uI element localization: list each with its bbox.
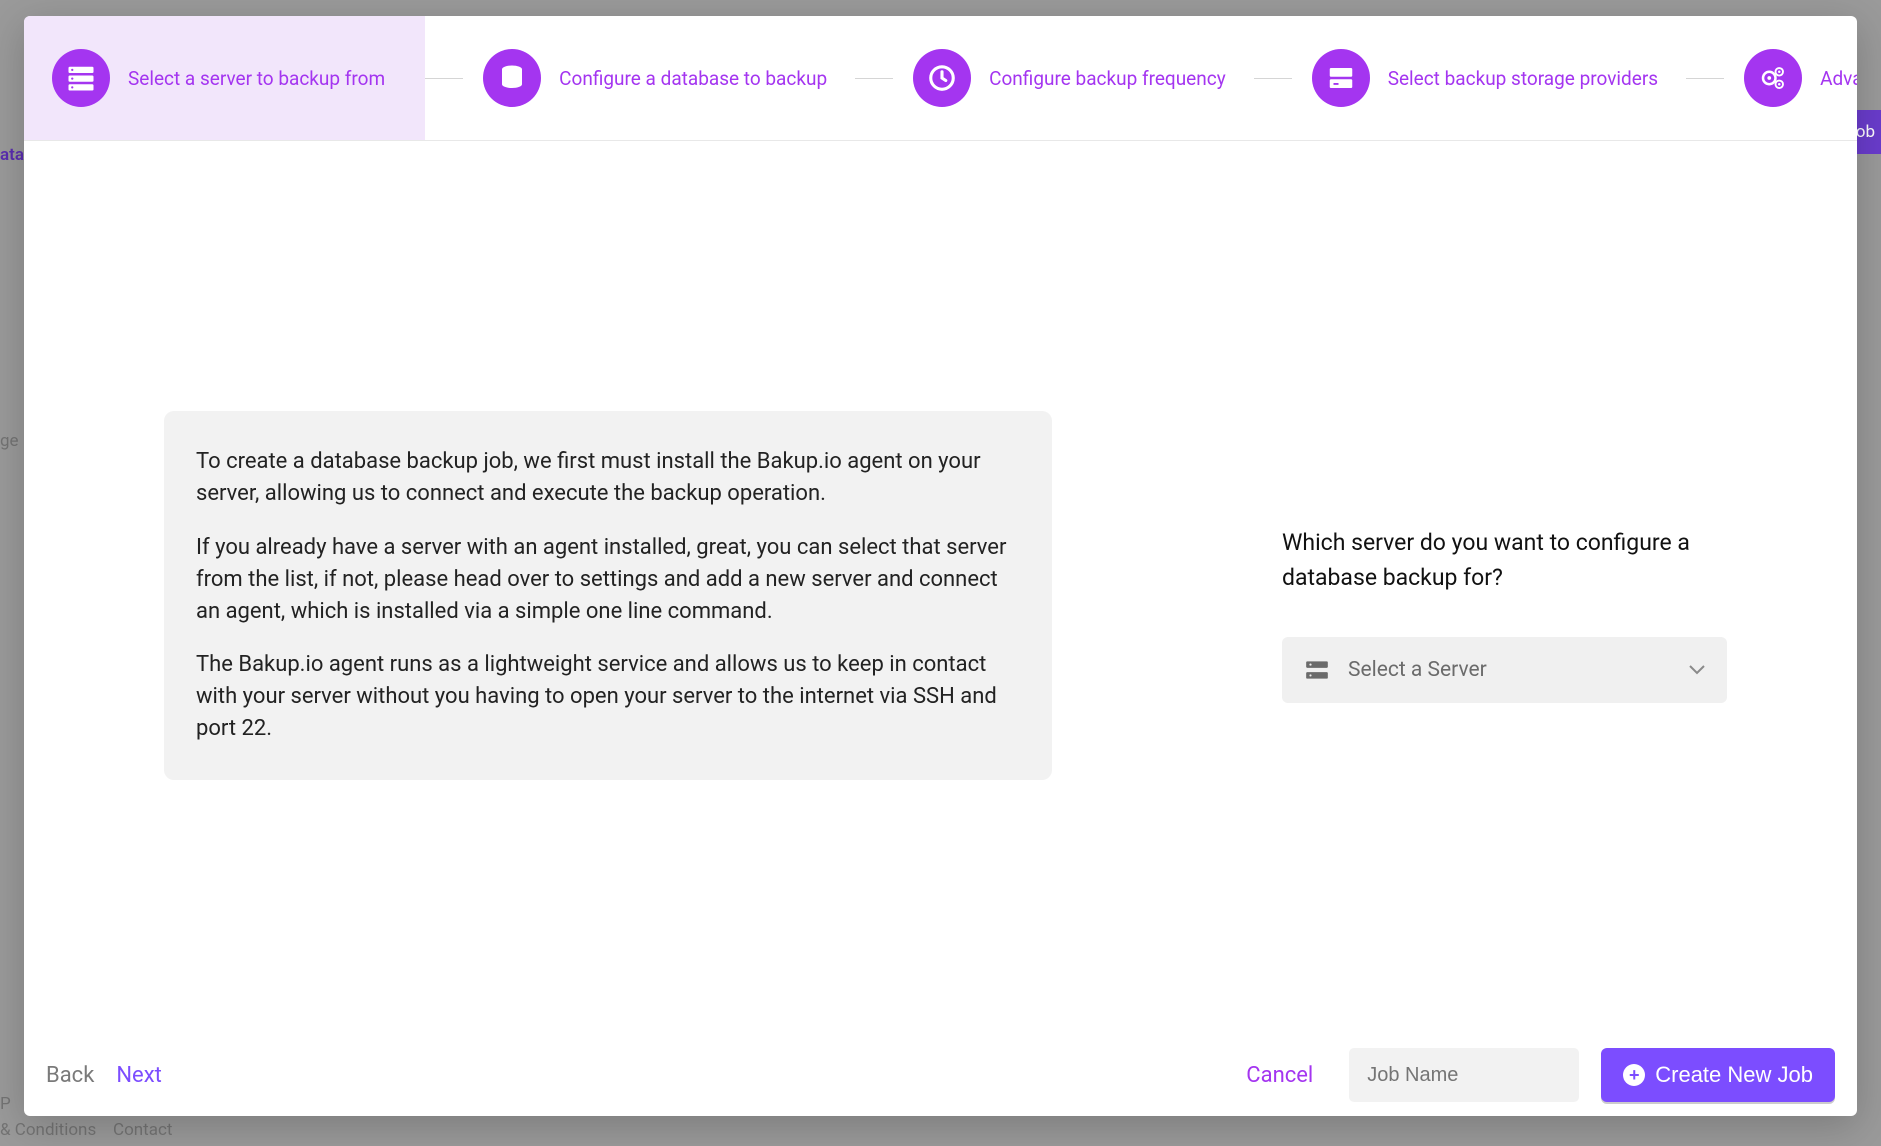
next-button[interactable]: Next bbox=[116, 1063, 161, 1088]
step-label: Advanced Configuration bbox=[1820, 67, 1857, 90]
step-configure-database[interactable]: Configure a database to backup bbox=[463, 16, 855, 140]
create-new-job-button[interactable]: + Create New Job bbox=[1601, 1048, 1835, 1102]
plus-circle-icon: + bbox=[1623, 1064, 1645, 1086]
select-placeholder: Select a Server bbox=[1348, 658, 1671, 682]
step-label: Configure backup frequency bbox=[989, 67, 1226, 90]
job-name-input[interactable] bbox=[1349, 1048, 1579, 1102]
wizard-footer: Back Next Cancel + Create New Job bbox=[24, 1034, 1857, 1116]
info-paragraph: The Bakup.io agent runs as a lightweight… bbox=[196, 649, 1020, 745]
bg-text: ge bbox=[0, 431, 19, 451]
bg-text: & Conditions bbox=[0, 1120, 96, 1140]
storage-icon bbox=[1312, 49, 1370, 107]
step-connector bbox=[1254, 78, 1292, 79]
step-advanced-config[interactable]: Advanced Configuration bbox=[1724, 16, 1857, 140]
back-button[interactable]: Back bbox=[46, 1063, 94, 1088]
server-icon bbox=[1304, 657, 1330, 683]
step-connector bbox=[1686, 78, 1724, 79]
form-panel: Which server do you want to configure a … bbox=[1282, 411, 1737, 703]
step-backup-frequency[interactable]: Configure backup frequency bbox=[893, 16, 1254, 140]
gears-icon bbox=[1744, 49, 1802, 107]
step-storage-providers[interactable]: Select backup storage providers bbox=[1292, 16, 1686, 140]
server-select-prompt: Which server do you want to configure a … bbox=[1282, 526, 1702, 595]
chevron-down-icon bbox=[1689, 665, 1705, 675]
bg-text: ata bbox=[0, 145, 24, 165]
server-select-dropdown[interactable]: Select a Server bbox=[1282, 637, 1727, 703]
bg-text: P bbox=[0, 1094, 11, 1114]
bg-text: Contact bbox=[113, 1120, 172, 1140]
step-label: Select backup storage providers bbox=[1388, 67, 1658, 90]
step-connector bbox=[425, 78, 463, 79]
step-label: Configure a database to backup bbox=[559, 67, 827, 90]
wizard-stepper: Select a server to backup from Configure… bbox=[24, 16, 1857, 141]
create-button-label: Create New Job bbox=[1655, 1062, 1813, 1088]
step-label: Select a server to backup from bbox=[128, 67, 385, 90]
step-connector bbox=[855, 78, 893, 79]
database-icon bbox=[483, 49, 541, 107]
wizard-content: To create a database backup job, we firs… bbox=[24, 141, 1857, 1034]
server-icon bbox=[52, 49, 110, 107]
info-paragraph: If you already have a server with an age… bbox=[196, 532, 1020, 628]
info-panel: To create a database backup job, we firs… bbox=[164, 411, 1052, 780]
info-paragraph: To create a database backup job, we firs… bbox=[196, 446, 1020, 510]
step-select-server[interactable]: Select a server to backup from bbox=[24, 16, 425, 140]
wizard-modal: Select a server to backup from Configure… bbox=[24, 16, 1857, 1116]
cancel-button[interactable]: Cancel bbox=[1246, 1063, 1313, 1088]
clock-icon bbox=[913, 49, 971, 107]
